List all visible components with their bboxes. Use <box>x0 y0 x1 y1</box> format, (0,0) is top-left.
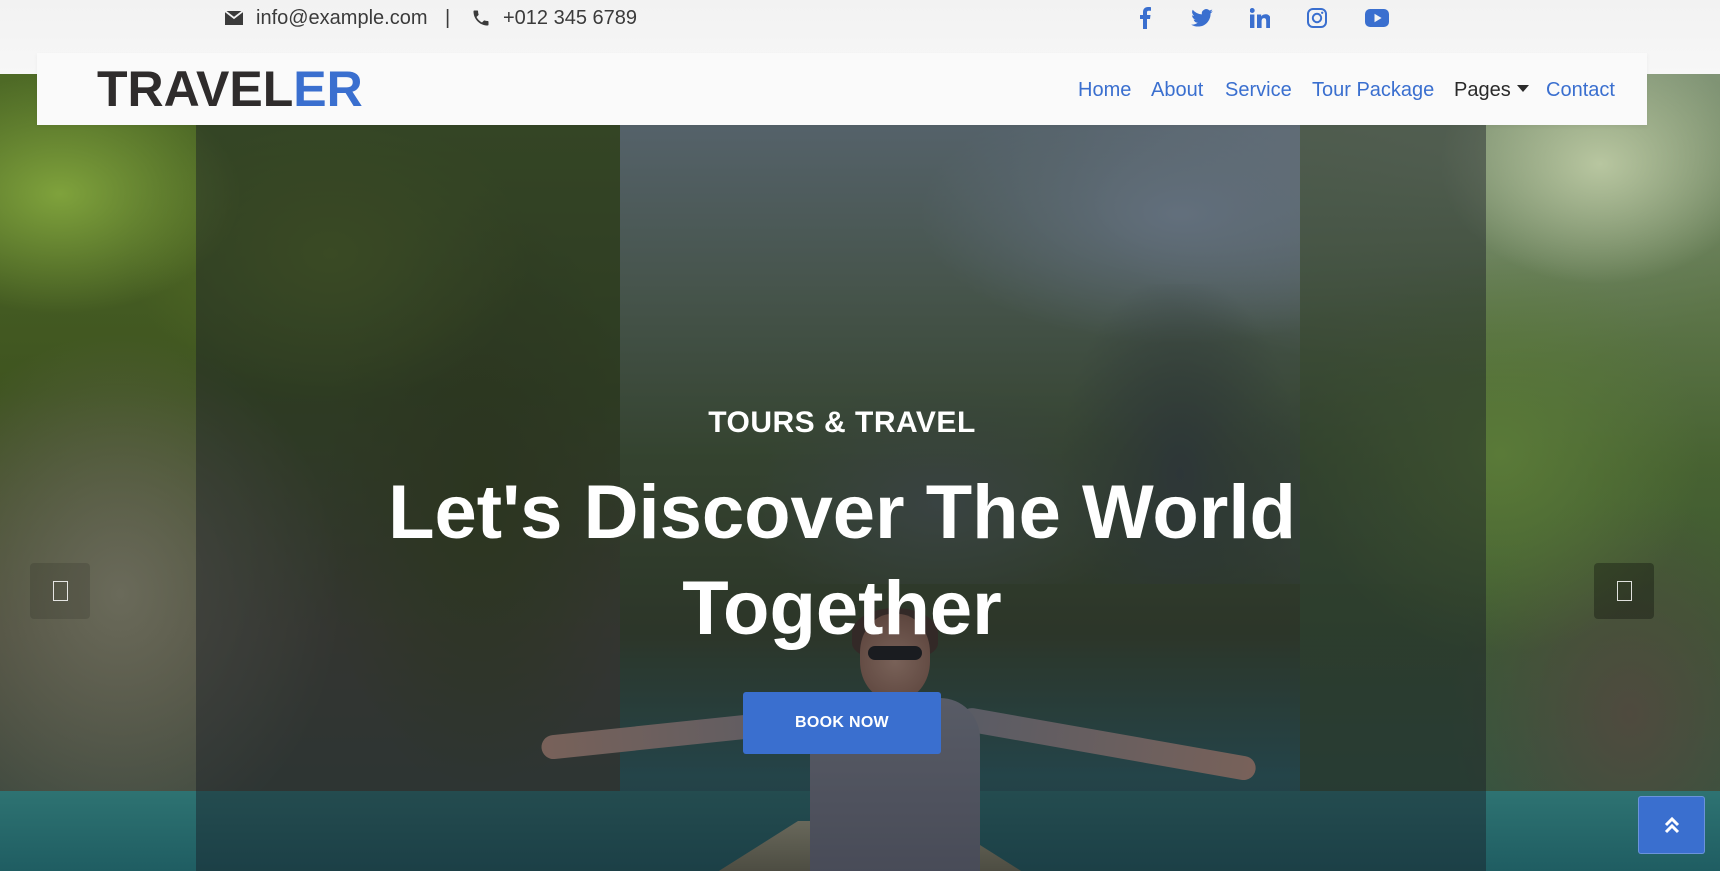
nav-pages-dropdown[interactable]: Pages <box>1454 77 1529 103</box>
nav-tour-package[interactable]: Tour Package <box>1312 77 1434 103</box>
phone-contact[interactable]: +012 345 6789 <box>471 5 637 31</box>
double-chevron-up-icon <box>1664 816 1679 834</box>
book-now-button[interactable]: BOOK NOW <box>743 692 941 754</box>
nav-service[interactable]: Service <box>1225 77 1292 103</box>
carousel-prev-button[interactable] <box>30 563 90 619</box>
nav-about[interactable]: About <box>1151 77 1203 103</box>
hero-headline: Let's Discover The World Together <box>388 470 1296 651</box>
email-text: info@example.com <box>256 6 428 29</box>
twitter-link[interactable] <box>1187 4 1217 32</box>
facebook-link[interactable] <box>1130 4 1160 32</box>
carousel-next-button[interactable] <box>1594 563 1654 619</box>
hero-eyebrow: TOURS & TRAVEL <box>708 406 976 439</box>
facebook-icon <box>1140 7 1151 29</box>
main-navbar: TRAVELER Home About Service Tour Package… <box>37 53 1647 125</box>
youtube-icon <box>1365 9 1389 27</box>
envelope-icon <box>224 10 244 25</box>
logo-accent-text: ER <box>293 61 363 117</box>
phone-text: +012 345 6789 <box>503 6 638 29</box>
back-to-top-button[interactable] <box>1638 796 1705 854</box>
phone-icon <box>473 10 489 26</box>
nav-contact[interactable]: Contact <box>1546 77 1615 103</box>
nav-home[interactable]: Home <box>1078 77 1131 103</box>
twitter-icon <box>1191 9 1213 27</box>
instagram-icon <box>1307 8 1327 28</box>
linkedin-icon <box>1250 8 1270 28</box>
contact-separator: | <box>445 7 451 29</box>
site-logo[interactable]: TRAVELER <box>97 59 363 119</box>
next-icon <box>1616 581 1632 601</box>
linkedin-link[interactable] <box>1245 4 1275 32</box>
prev-icon <box>52 581 68 601</box>
nav-pages-label: Pages <box>1454 79 1511 101</box>
logo-main-text: TRAVEL <box>97 61 294 117</box>
caret-down-icon <box>1516 85 1529 92</box>
email-contact[interactable]: info@example.com <box>224 5 427 31</box>
youtube-link[interactable] <box>1362 4 1392 32</box>
instagram-link[interactable] <box>1302 4 1332 32</box>
